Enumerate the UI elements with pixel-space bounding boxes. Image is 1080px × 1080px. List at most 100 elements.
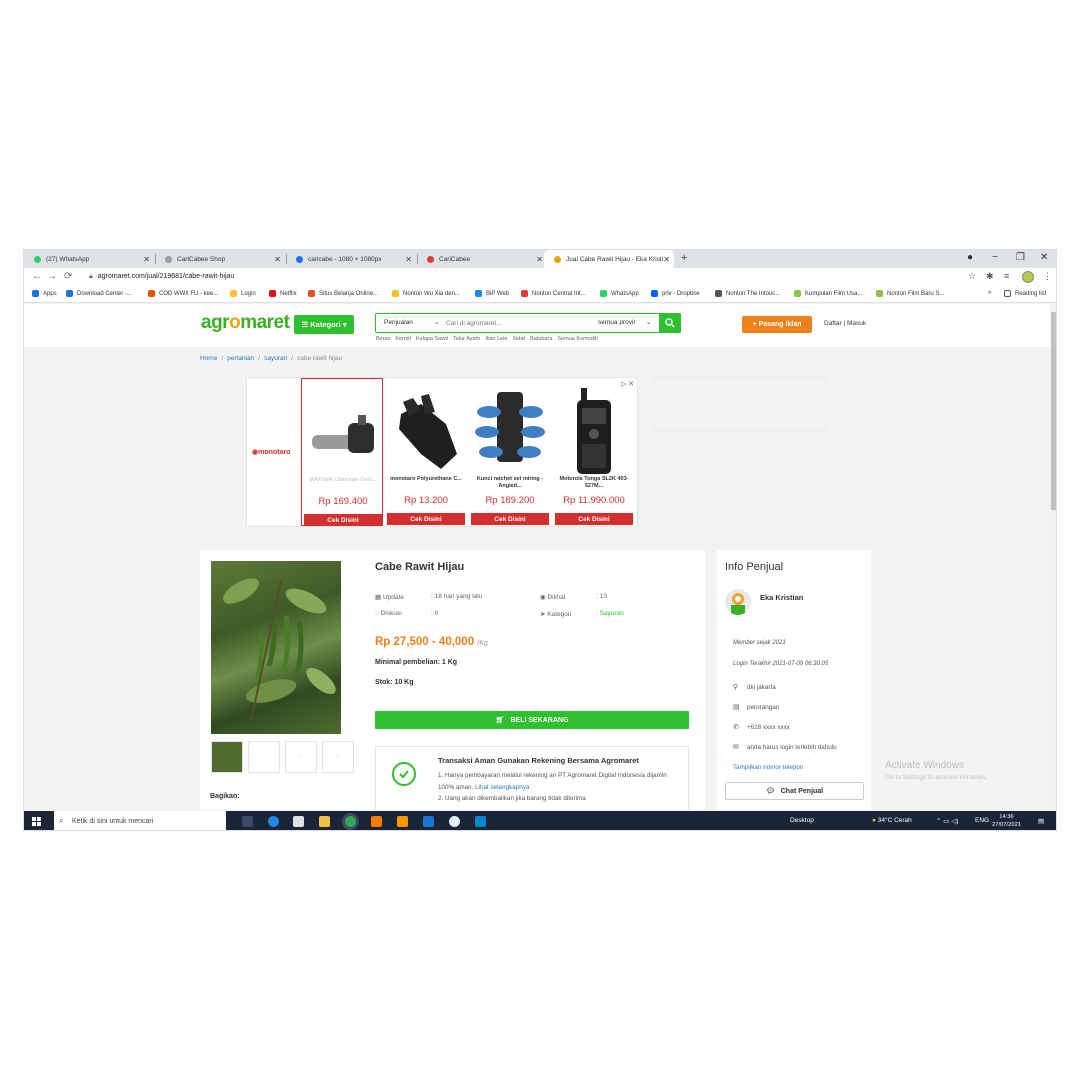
agromaret-logo[interactable]: agromaret (201, 312, 290, 334)
ad-product-card[interactable]: Motorola Tonga SL2K 403-527M... Rp 11.99… (553, 378, 635, 526)
reload-icon[interactable]: ⟳ (64, 271, 72, 282)
url-field[interactable]: 🔒︎ agromaret.com/jual/219681/cabe-rawit-h… (89, 273, 234, 281)
bookmark-item[interactable]: Netflix (269, 290, 297, 297)
reading-list[interactable]: Reading list (1004, 290, 1046, 297)
tab-caricabee-shop[interactable]: CariCabee Shop ✕ (155, 250, 285, 268)
ad-banner[interactable]: ◉monotaro MAXTank Chainsaw Genl... Rp 16… (246, 377, 638, 527)
quick-link[interactable]: Sidat (513, 336, 526, 342)
desktop-toolbar[interactable]: Desktop (790, 817, 814, 824)
close-icon[interactable]: ✕ (405, 255, 412, 264)
bookmark-item[interactable]: Situs Belanja Online... (308, 290, 378, 297)
sublime-icon[interactable] (397, 816, 408, 827)
quick-link[interactable]: Semua Komoditi (557, 336, 597, 342)
buy-now-button[interactable]: 🛒︎ BELI SEKARANG (375, 711, 689, 729)
playlist-icon[interactable]: ≡ (1004, 271, 1009, 281)
chrome-icon[interactable] (345, 816, 356, 827)
show-phone-link[interactable]: Tampilkan nomor telepon (733, 764, 803, 771)
extension-icon[interactable]: ✱ (986, 271, 994, 282)
ad-cta-button[interactable]: Cek Disini (387, 513, 465, 525)
back-arrow-icon[interactable]: ← (32, 271, 42, 282)
breadcrumb-pertanian[interactable]: pertanian (227, 355, 254, 362)
bookmark-item[interactable]: Nonton Wu Xia den... (392, 290, 460, 297)
product-thumbnail[interactable]: ▫ (322, 741, 354, 773)
quick-link[interactable]: Kelapa Sawit (416, 336, 448, 342)
product-photo[interactable] (211, 561, 341, 734)
bookmark-item[interactable]: Nonton Film Baru S... (876, 290, 944, 297)
bookmark-item[interactable]: WhatsApp (600, 290, 639, 297)
bookmarks-more[interactable]: » (988, 290, 991, 296)
tab-whatsapp[interactable]: (27) WhatsApp ✕ (24, 250, 154, 268)
star-icon[interactable]: ☆ (968, 271, 976, 282)
weather-widget[interactable]: ● 34°C Cerah (872, 817, 912, 824)
close-icon[interactable]: ✕ (536, 255, 543, 264)
forward-arrow-icon[interactable]: → (47, 271, 57, 282)
quick-link[interactable]: Batubara (530, 336, 552, 342)
ad-product-card[interactable]: Kunci ratchet set miring - Angled... Rp … (469, 378, 551, 526)
tab-canva[interactable]: caricabe - 1080 × 1080px ✕ (286, 250, 416, 268)
language-indicator[interactable]: ENG (975, 817, 989, 824)
quick-link[interactable]: Ikan Lele (485, 336, 507, 342)
clock[interactable]: 14:36 27/07/2021 (992, 813, 1021, 829)
kategori-button[interactable]: ☰ Kategori ▾ (294, 315, 354, 334)
mail-icon[interactable] (475, 816, 486, 827)
bookmark-item[interactable]: COD WWII FU - kee... (148, 290, 218, 297)
profile-circle-icon[interactable]: ● (967, 252, 973, 263)
seller-name[interactable]: Eka Kristian (760, 593, 803, 602)
search-input[interactable] (446, 317, 586, 330)
new-tab-button[interactable]: + (681, 252, 687, 264)
bookmark-item[interactable]: BiP Web (475, 290, 509, 297)
menu-dots-icon[interactable]: ⋮ (1043, 271, 1052, 282)
bookmark-item[interactable]: priv - Dropbox (651, 290, 700, 297)
edge-icon[interactable] (268, 816, 279, 827)
bookmark-apps[interactable]: Apps (32, 290, 57, 297)
bookmark-item[interactable]: Nonton Central Int... (521, 290, 586, 297)
ad-cta-button[interactable]: Cek Disini (304, 514, 382, 526)
tray-icons[interactable]: ⌃ ▭ ◁) (936, 817, 958, 825)
bookmark-item[interactable]: Login (230, 290, 256, 297)
window-close-button[interactable]: ✕ (1040, 252, 1048, 263)
product-thumbnail[interactable]: ▫ (285, 741, 317, 773)
notification-icon[interactable]: ▤ (1038, 817, 1044, 825)
windows-start-icon[interactable] (32, 817, 41, 826)
quick-link[interactable]: Telur Ayam (453, 336, 480, 342)
category-link[interactable]: : Sayuran (596, 610, 624, 617)
see-more-link[interactable]: Lihat selengkapnya (475, 784, 529, 791)
province-select[interactable]: semua provir (598, 319, 636, 326)
quick-link[interactable]: Kemiri (395, 336, 411, 342)
product-thumbnail[interactable]: ▫ (248, 741, 280, 773)
scrollbar-thumb[interactable] (1051, 312, 1056, 510)
avatar[interactable] (1022, 271, 1034, 283)
store-icon[interactable] (293, 816, 304, 827)
xampp-icon[interactable] (371, 816, 382, 827)
ad-product-card[interactable]: monotaro Polyurethane C... Rp 13.200 Cek… (385, 378, 467, 526)
page-scrollbar[interactable] (1050, 304, 1056, 811)
chat-seller-button[interactable]: 💬︎ Chat Penjual (725, 782, 864, 800)
ad-cta-button[interactable]: Cek Disini (471, 513, 549, 525)
task-view-icon[interactable] (242, 816, 253, 827)
bookmark-item[interactable]: Download Center -... (66, 290, 132, 297)
quick-link[interactable]: Beras (376, 336, 390, 342)
breadcrumb-home[interactable]: Home (200, 355, 217, 362)
maximize-button[interactable]: ❐ (1016, 252, 1025, 263)
close-icon[interactable]: ✕ (274, 255, 281, 264)
search-type-select[interactable]: Penjualan (384, 319, 413, 326)
minimize-button[interactable]: − (992, 252, 998, 263)
file-explorer-icon[interactable] (319, 816, 330, 827)
taskbar-search[interactable]: ⌕ Ketik di sini untuk mencari (54, 811, 226, 830)
app-icon[interactable] (449, 816, 460, 827)
vscode-icon[interactable] (423, 816, 434, 827)
tab-agromaret-active[interactable]: Jual Cabe Rawit Hijau - Eka Kristi ✕ (544, 250, 674, 268)
close-icon[interactable]: ✕ (143, 255, 150, 264)
close-icon[interactable]: ✕ (663, 255, 670, 264)
ad-product-card[interactable]: MAXTank Chainsaw Genl... Rp 169.400 Cek … (301, 378, 383, 526)
bookmark-item[interactable]: Nonton The Intouc... (715, 290, 780, 297)
breadcrumb-sayuran[interactable]: sayuran (264, 355, 287, 362)
search-button[interactable] (659, 313, 681, 333)
adchoices-icon[interactable]: ▷ ✕ (621, 380, 634, 388)
pasang-iklan-button[interactable]: + Pasang Iklan (742, 316, 812, 333)
product-thumbnail[interactable] (211, 741, 243, 773)
bookmark-item[interactable]: Kumpulan Film Usa... (794, 290, 862, 297)
login-register-link[interactable]: Daftar | Masuk (824, 320, 866, 327)
ad-cta-button[interactable]: Cek Disini (555, 513, 633, 525)
tab-caricabee[interactable]: CariCabee ✕ (417, 250, 547, 268)
